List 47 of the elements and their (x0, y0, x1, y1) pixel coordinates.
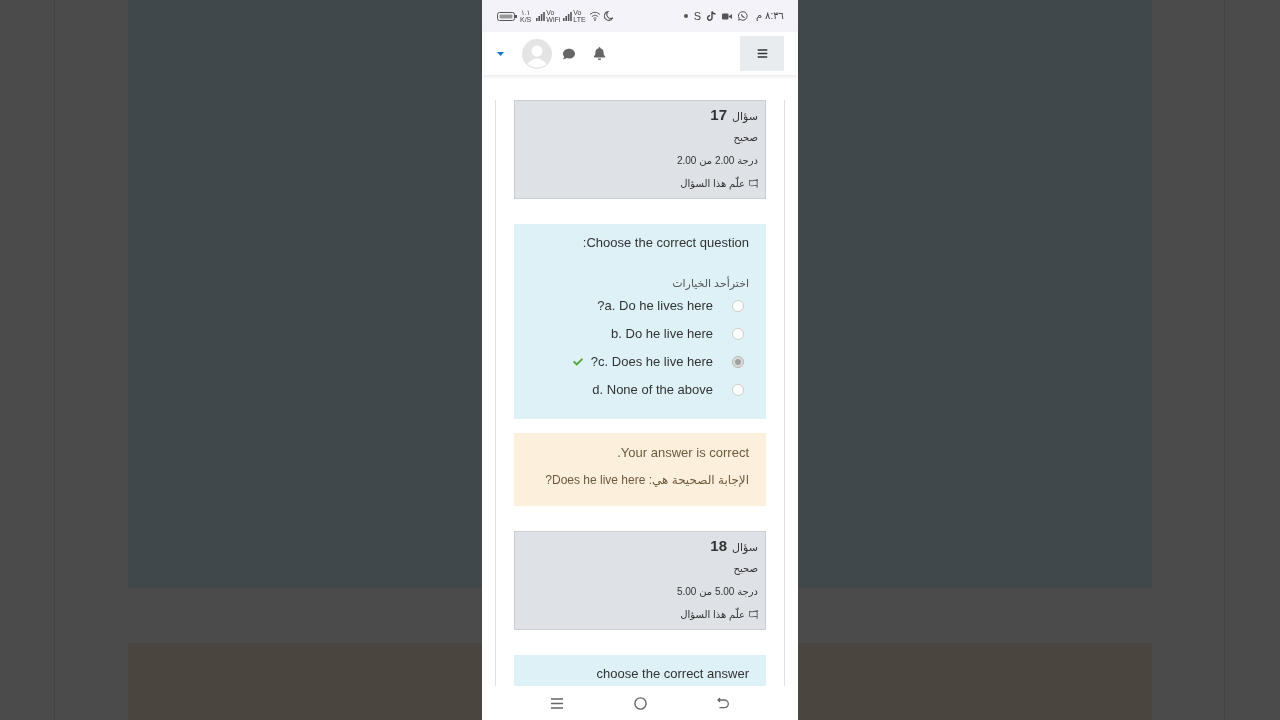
question-label: سؤال (732, 109, 758, 125)
moon-icon (603, 11, 613, 21)
radio-button[interactable] (732, 356, 744, 368)
status-text: صحيح (732, 562, 758, 577)
instruction-text: اخترأحد الخيارات (671, 275, 749, 292)
grade-text: درجة 2.00 من 2.00 (675, 154, 758, 168)
video-camera-icon (722, 12, 733, 20)
question-number: 18 (710, 536, 728, 556)
grade-text: درجة 5.00 من 5.00 (675, 585, 758, 599)
menu-button[interactable] (740, 36, 784, 71)
wifi-icon (588, 11, 601, 21)
question-prompt: Choose the correct question: (581, 234, 749, 252)
signal-icon (563, 11, 573, 21)
option-text: a. Do he lives here? (597, 297, 713, 315)
option-text: d. None of the above (592, 381, 713, 399)
flag-question-link[interactable]: علّم هذا السؤال (680, 176, 758, 191)
circle-icon (633, 696, 647, 710)
question-label: سؤال (732, 540, 758, 556)
three-lines-icon (551, 697, 563, 709)
signal-icon (536, 11, 546, 21)
flag-icon (749, 179, 758, 188)
status-text: صحيح (732, 131, 758, 146)
chat-icon[interactable] (562, 47, 576, 60)
flag-icon (749, 610, 758, 619)
flag-question-link[interactable]: علّم هذا السؤال (680, 607, 758, 622)
option-text: c. Does he live here? (590, 353, 713, 371)
back-button[interactable] (715, 695, 731, 711)
question-prompt: choose the correct answer (595, 665, 749, 683)
radio-button[interactable] (732, 328, 744, 340)
menu-icon (756, 48, 768, 59)
home-button[interactable] (632, 695, 648, 711)
caret-icon[interactable] (497, 51, 504, 56)
notification-dot-icon (683, 14, 688, 18)
music-note-icon (707, 11, 717, 21)
question-number: 17 (710, 105, 728, 125)
feedback-result: Your answer is correct. (616, 444, 749, 462)
battery-icon (497, 11, 517, 21)
clock-time: ٨:٣٦ م (756, 10, 784, 22)
radio-button[interactable] (732, 384, 744, 396)
back-icon (717, 697, 729, 709)
option-text: b. Do he live here (611, 325, 713, 343)
phone-bubble-icon (738, 11, 749, 21)
bell-icon[interactable] (593, 47, 606, 60)
radio-button[interactable] (732, 300, 744, 312)
correct-answer-text: الإجابة الصحيحة هي: Does he live here? (544, 472, 749, 489)
status-letter: S (693, 10, 702, 22)
recents-button[interactable] (549, 695, 565, 711)
